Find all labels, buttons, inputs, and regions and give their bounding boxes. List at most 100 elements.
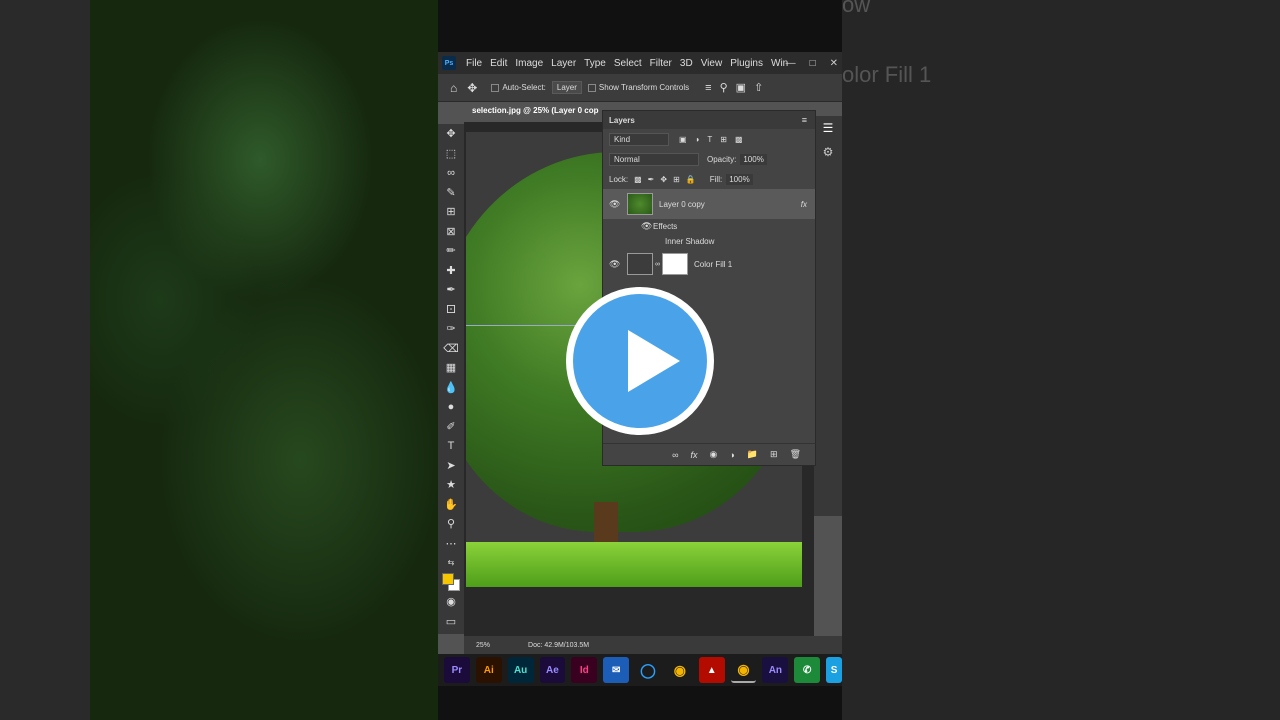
eyedropper-icon[interactable]: ✏ — [438, 241, 464, 261]
after-effects-icon[interactable]: Ae — [539, 657, 566, 683]
frame-tool-icon[interactable]: ⊠ — [438, 222, 464, 242]
new-group-icon[interactable]: 📁 — [747, 449, 758, 460]
brush-tool-icon[interactable]: ✒ — [438, 280, 464, 300]
add-mask-icon[interactable]: ◉ — [710, 449, 718, 460]
animate-icon[interactable]: An — [762, 657, 789, 683]
effects-eye-icon[interactable]: 👁 — [641, 221, 653, 232]
eye-icon[interactable]: 👁 — [609, 259, 621, 270]
share-icon[interactable]: ⇧ — [754, 81, 763, 94]
illustrator-icon[interactable]: Ai — [475, 657, 502, 683]
screen-mode-icon[interactable]: ▭ — [438, 612, 464, 632]
opacity-label: Opacity: — [707, 154, 737, 164]
layers-tab[interactable]: Layers ≡ — [603, 111, 815, 129]
shape-tool-icon[interactable]: ★ — [438, 475, 464, 495]
quick-mask-icon[interactable]: ◉ — [438, 592, 464, 612]
more-tools-icon[interactable]: ⋯ — [438, 534, 464, 554]
effects-row[interactable]: 👁 Effects — [603, 219, 815, 234]
chrome-profile-icon[interactable]: ◉ — [730, 657, 757, 683]
inner-shadow-row[interactable]: Inner Shadow — [603, 234, 815, 249]
panel-menu-icon[interactable]: ≡ — [802, 115, 807, 125]
menu-image[interactable]: Image — [511, 58, 547, 69]
add-style-icon[interactable]: fx — [690, 450, 697, 460]
menu-3d[interactable]: 3D — [676, 58, 697, 69]
eraser-tool-icon[interactable]: ⌫ — [438, 339, 464, 359]
mail-icon[interactable]: ✉ — [603, 657, 630, 683]
lock-icons[interactable]: ▩✒✥⊞🔒 — [634, 175, 702, 184]
menu-type[interactable]: Type — [580, 58, 610, 69]
layer-name: Color Fill 1 — [694, 259, 733, 269]
edge-icon[interactable]: ◯ — [635, 657, 661, 683]
blur-tool-icon[interactable]: 💧 — [438, 378, 464, 398]
type-tool-icon[interactable]: T — [438, 436, 464, 456]
minimize-icon[interactable]: — — [786, 58, 796, 69]
menu-plugins[interactable]: Plugins — [726, 58, 767, 69]
document-tab[interactable]: selection.jpg @ 25% (Layer 0 cop — [464, 102, 604, 122]
lasso-tool-icon[interactable]: ∞ — [438, 163, 464, 183]
hand-tool-icon[interactable]: ✋ — [438, 495, 464, 515]
link-layers-icon[interactable]: ∞ — [672, 450, 678, 460]
layer-row-color-fill-1[interactable]: 👁 ∞ Color Fill 1 — [603, 249, 815, 279]
eye-icon[interactable]: 👁 — [609, 199, 621, 210]
path-select-icon[interactable]: ➤ — [438, 456, 464, 476]
phone-icon[interactable]: ✆ — [794, 657, 821, 683]
pen-tool-icon[interactable]: ✐ — [438, 417, 464, 437]
menu-layer[interactable]: Layer — [547, 58, 580, 69]
layers-tab-label: Layers — [609, 115, 635, 125]
swap-colors-icon[interactable]: ⇆ — [438, 553, 464, 573]
play-button-circle — [573, 294, 707, 428]
delete-layer-icon[interactable]: 🗑 — [790, 449, 801, 460]
lock-row: Lock: ▩✒✥⊞🔒 Fill: 100% — [603, 169, 815, 189]
menu-select[interactable]: Select — [610, 58, 646, 69]
menu-view[interactable]: View — [697, 58, 727, 69]
maximize-icon[interactable]: □ — [810, 58, 816, 69]
opacity-value[interactable]: 100% — [740, 153, 767, 165]
premiere-icon[interactable]: Pr — [444, 657, 470, 683]
dodge-tool-icon[interactable]: ● — [438, 397, 464, 417]
menu-filter[interactable]: Filter — [646, 58, 676, 69]
audition-icon[interactable]: Au — [507, 657, 534, 683]
fill-value[interactable]: 100% — [726, 173, 753, 185]
adjustment-layer-icon[interactable]: ◑ — [729, 450, 734, 460]
align-icon[interactable]: ≡ — [705, 82, 711, 94]
inner-shadow-label: Inner Shadow — [665, 237, 715, 246]
gradient-tool-icon[interactable]: ▦ — [438, 358, 464, 378]
link-icon: ∞ — [655, 260, 660, 268]
move-tool-icon[interactable]: ✥ — [467, 81, 477, 95]
skype-icon[interactable]: S — [826, 657, 843, 683]
doc-size[interactable]: Doc: 42.9M/103.5M — [528, 642, 589, 649]
new-layer-icon[interactable]: ⊞ — [770, 449, 778, 460]
quick-select-icon[interactable]: ✎ — [438, 183, 464, 203]
indesign-icon[interactable]: Id — [571, 657, 598, 683]
auto-select-checkbox[interactable] — [491, 83, 500, 92]
menu-file[interactable]: File — [462, 58, 486, 69]
marquee-tool-icon[interactable]: ⬚ — [438, 144, 464, 164]
color-swatches[interactable] — [438, 573, 464, 593]
show-transform-checkbox[interactable] — [587, 83, 596, 92]
adjustments-icon[interactable]: ⚙ — [814, 140, 842, 164]
menu-edit[interactable]: Edit — [486, 58, 511, 69]
layers-panel-icon[interactable]: ☰ — [814, 116, 842, 140]
acrobat-icon[interactable]: ▲ — [698, 657, 725, 683]
auto-select-dropdown[interactable]: Layer — [551, 81, 582, 94]
crop-tool-icon[interactable]: ⊞ — [438, 202, 464, 222]
ghost-text-1: ow — [842, 0, 871, 17]
move-tool-icon[interactable]: ✥ — [438, 124, 464, 144]
history-brush-icon[interactable]: ✑ — [438, 319, 464, 339]
filter-icons[interactable]: ▣◑T⊞▩ — [679, 135, 751, 144]
blend-mode-dropdown[interactable]: Normal — [609, 152, 699, 166]
zoom-tool-icon[interactable]: ⚲ — [438, 514, 464, 534]
search-icon[interactable]: ⚲ — [720, 81, 728, 94]
chrome-icon[interactable]: ◉ — [667, 657, 693, 683]
kind-filter-dropdown[interactable]: Kind — [609, 132, 669, 146]
close-icon[interactable]: ✕ — [830, 58, 838, 69]
home-icon[interactable]: ⌂ — [450, 81, 457, 95]
status-bar: 25% Doc: 42.9M/103.5M — [464, 636, 842, 654]
zoom-level[interactable]: 25% — [476, 642, 490, 649]
healing-brush-icon[interactable]: ✚ — [438, 261, 464, 281]
layer-thumbnail — [627, 193, 653, 215]
layer-row-layer-0-copy[interactable]: 👁 Layer 0 copy fx — [603, 189, 815, 219]
fx-icon[interactable]: fx — [801, 200, 807, 209]
clone-stamp-icon[interactable]: ⚀ — [438, 300, 464, 320]
workspace-icon[interactable]: ▣ — [736, 81, 746, 94]
play-button[interactable] — [566, 287, 714, 435]
